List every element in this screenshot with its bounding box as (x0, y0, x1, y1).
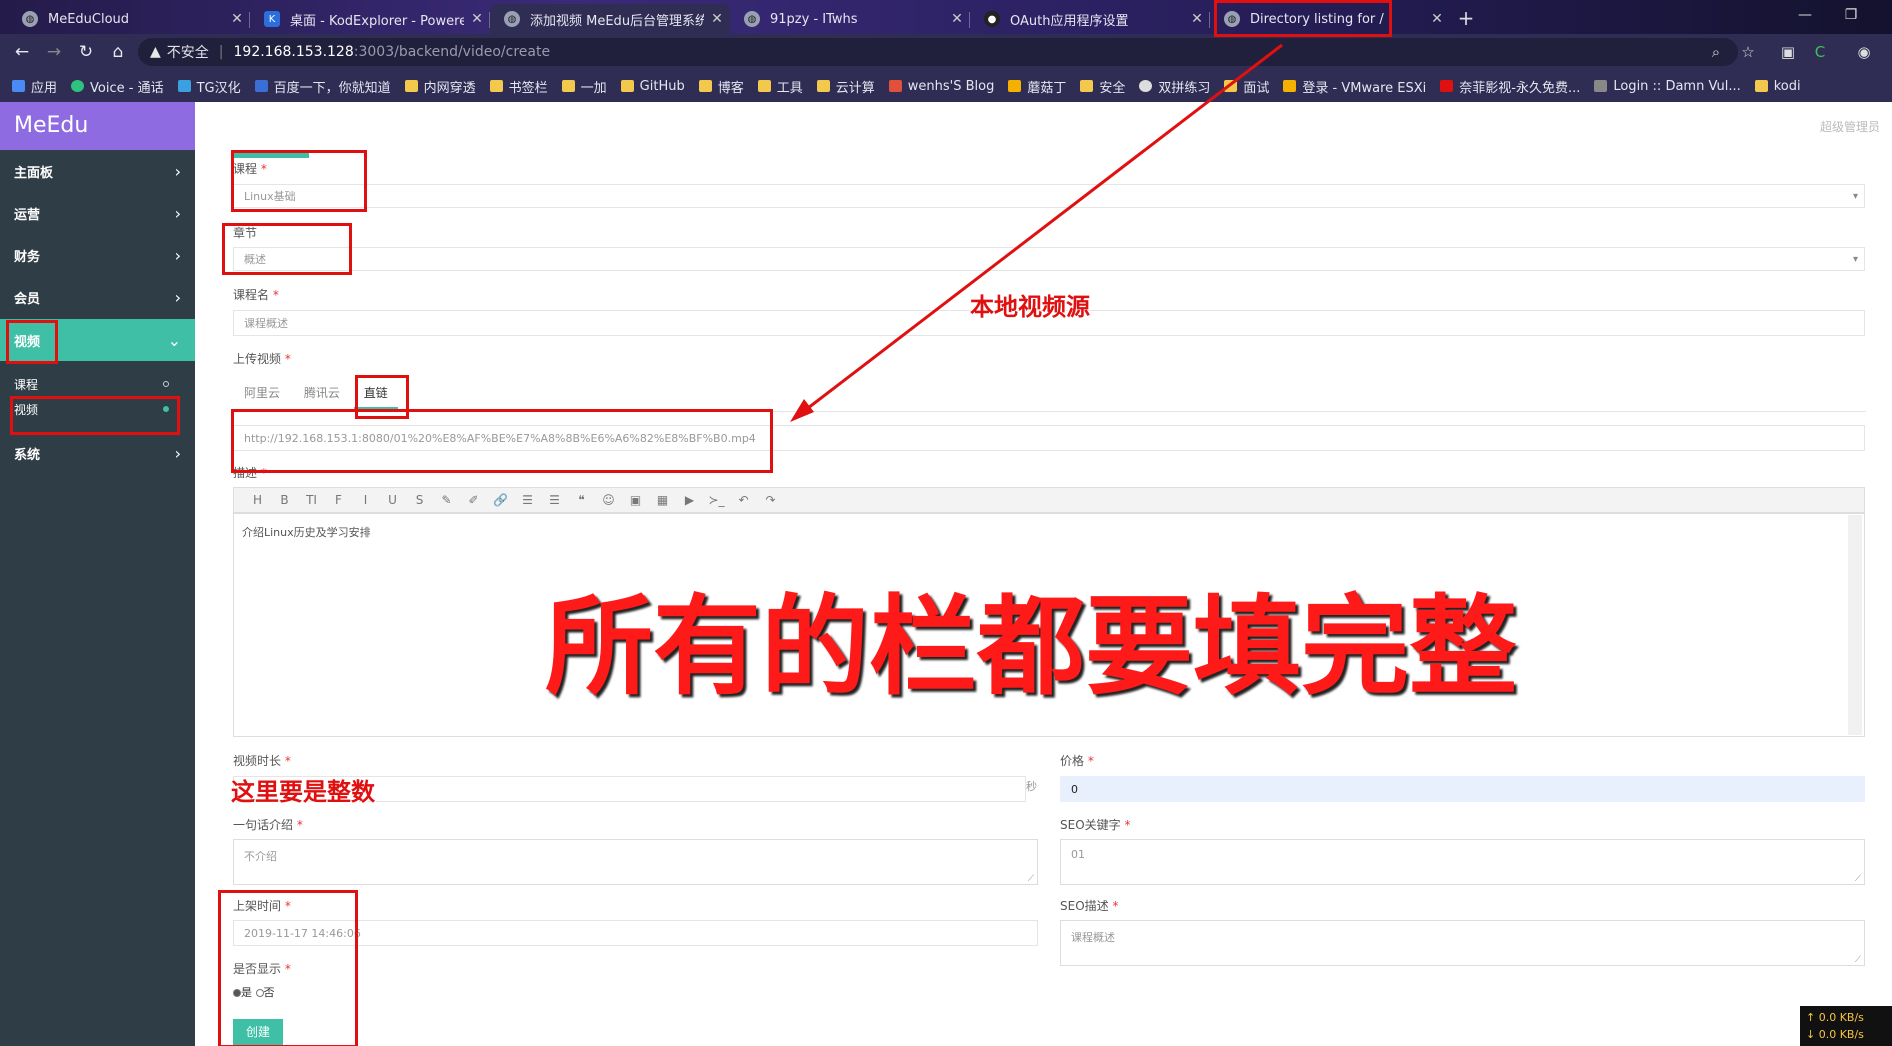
annotation-integer-note: 这里要是整数 (231, 777, 375, 806)
network-monitor: ↑ 0.0 KB/s ↓ 0.0 KB/s (1800, 1006, 1892, 1046)
annotation-local-source: 本地视频源 (970, 292, 1090, 321)
annotation-fill-all: 所有的栏都要填完整 (545, 585, 1518, 710)
annotation-arrow (790, 43, 1283, 422)
